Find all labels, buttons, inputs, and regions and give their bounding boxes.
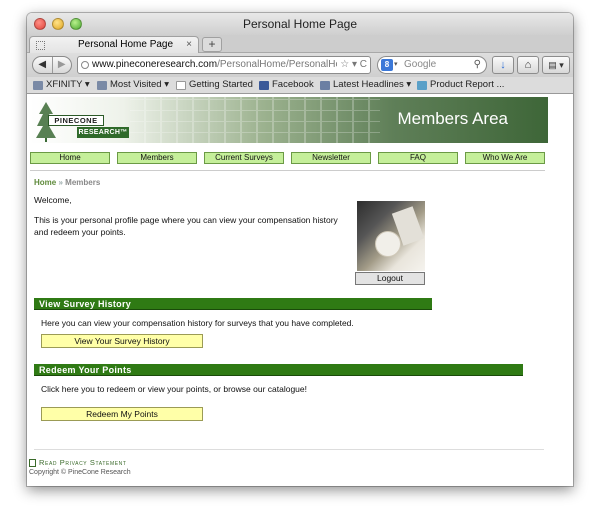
bookmark-label: XFINITY ▾ xyxy=(46,79,90,90)
bookmark-getting-started[interactable]: Getting Started xyxy=(176,77,253,93)
close-window-button[interactable] xyxy=(34,18,46,30)
intro-text: This is your personal profile page where… xyxy=(34,215,338,237)
profile-photo xyxy=(357,201,425,271)
menu-faq[interactable]: FAQ xyxy=(378,152,458,164)
navigation-toolbar: ◀ ▶ www.pineconeresearch.com/PersonalHom… xyxy=(27,53,573,77)
bookmark-xfinity[interactable]: XFINITY ▾ xyxy=(33,77,90,93)
facebook-icon xyxy=(259,80,269,90)
url-actions-icon[interactable]: ☆ ▾ C xyxy=(337,57,367,73)
bookmark-product-report[interactable]: Product Report ... xyxy=(417,77,504,93)
bookmark-label: Most Visited ▾ xyxy=(110,79,169,90)
survey-history-header: View Survey History xyxy=(34,298,432,310)
globe-icon xyxy=(81,61,89,69)
survey-history-text: Here you can view your compensation hist… xyxy=(41,318,354,328)
home-button[interactable]: ⌂ xyxy=(517,56,539,74)
redeem-my-points-button[interactable]: Redeem My Points xyxy=(41,407,203,421)
zoom-window-button[interactable] xyxy=(70,18,82,30)
menu-who-we-are[interactable]: Who We Are xyxy=(465,152,545,164)
title-bar: Personal Home Page xyxy=(27,13,573,35)
site-menu: Home Members Current Surveys Newsletter … xyxy=(30,152,545,164)
privacy-label: Read Privacy Statement xyxy=(39,458,127,467)
bookmark-label: Product Report ... xyxy=(430,79,505,90)
view-survey-history-button[interactable]: View Your Survey History xyxy=(41,334,203,348)
folder-icon xyxy=(33,80,43,90)
logo-research: RESEARCH™ xyxy=(77,127,129,138)
footer-divider xyxy=(34,449,544,450)
bookmark-label: Latest Headlines ▾ xyxy=(333,79,412,90)
page-icon xyxy=(176,80,186,90)
menu-divider xyxy=(30,170,545,171)
menu-home[interactable]: Home xyxy=(30,152,110,164)
menu-newsletter[interactable]: Newsletter xyxy=(291,152,371,164)
banner-title: Members Area xyxy=(397,109,508,128)
logo-pinecone: PINECONE xyxy=(48,115,104,126)
extensions-button[interactable]: ▤ ▾ xyxy=(542,56,570,74)
tab-label: Personal Home Page xyxy=(78,39,174,50)
redeem-points-text: Click here you to redeem or view your po… xyxy=(41,384,307,394)
back-forward-group: ◀ ▶ xyxy=(32,56,72,74)
bookmark-most-visited[interactable]: Most Visited ▾ xyxy=(97,77,169,93)
web-page: PINECONE RESEARCH™ Members Area Home Mem… xyxy=(27,94,573,486)
bookmark-label: Facebook xyxy=(272,79,314,90)
banner-pattern xyxy=(130,97,380,143)
forward-button[interactable]: ▶ xyxy=(51,57,72,73)
close-tab-icon[interactable]: × xyxy=(186,37,192,53)
redeem-points-header: Redeem Your Points xyxy=(34,364,523,376)
url-bar[interactable]: www.pineconeresearch.com/PersonalHome/Pe… xyxy=(77,56,371,74)
tab-personal-home[interactable]: Personal Home Page × xyxy=(29,36,199,53)
tab-strip: Personal Home Page × + xyxy=(27,35,573,53)
folder-icon xyxy=(97,80,107,90)
search-placeholder: Google xyxy=(404,59,437,70)
copyright-text: Copyright © PineCone Research xyxy=(29,469,131,476)
window-title: Personal Home Page xyxy=(242,17,358,31)
breadcrumb: Home » Members xyxy=(34,178,100,187)
rss-icon xyxy=(320,80,330,90)
minimize-window-button[interactable] xyxy=(52,18,64,30)
back-button[interactable]: ◀ xyxy=(33,57,52,73)
breadcrumb-current: Members xyxy=(65,178,101,187)
magnifier-icon[interactable]: ⚲ xyxy=(474,57,481,73)
google-icon[interactable]: 8 xyxy=(381,59,393,71)
bookmark-label: Getting Started xyxy=(189,79,253,90)
engine-dropdown-icon[interactable]: ▾ xyxy=(394,57,398,73)
page-favicon-icon xyxy=(36,41,45,50)
menu-current-surveys[interactable]: Current Surveys xyxy=(204,152,284,164)
bookmarks-bar: XFINITY ▾ Most Visited ▾ Getting Started… xyxy=(27,77,573,94)
p-icon xyxy=(417,80,427,90)
cup-shape xyxy=(375,231,401,257)
new-tab-button[interactable]: + xyxy=(202,37,222,52)
logout-button[interactable]: Logout xyxy=(355,272,425,285)
download-button[interactable]: ↓ xyxy=(492,56,514,74)
window-controls xyxy=(34,18,82,30)
breadcrumb-home-link[interactable]: Home xyxy=(34,178,56,187)
breadcrumb-separator: » xyxy=(58,178,63,187)
browser-window: Personal Home Page Personal Home Page × … xyxy=(27,13,573,486)
privacy-link[interactable]: Read Privacy Statement xyxy=(29,458,127,467)
bookmark-facebook[interactable]: Facebook xyxy=(259,77,314,93)
bookmark-latest-headlines[interactable]: Latest Headlines ▾ xyxy=(320,77,411,93)
welcome-text: Welcome, xyxy=(34,195,72,205)
document-icon xyxy=(29,458,36,467)
search-box[interactable]: 8 ▾ Google ⚲ xyxy=(377,56,487,74)
menu-members[interactable]: Members xyxy=(117,152,197,164)
url-domain: www.pineconeresearch.com xyxy=(92,59,218,70)
site-banner: PINECONE RESEARCH™ Members Area xyxy=(30,97,548,143)
